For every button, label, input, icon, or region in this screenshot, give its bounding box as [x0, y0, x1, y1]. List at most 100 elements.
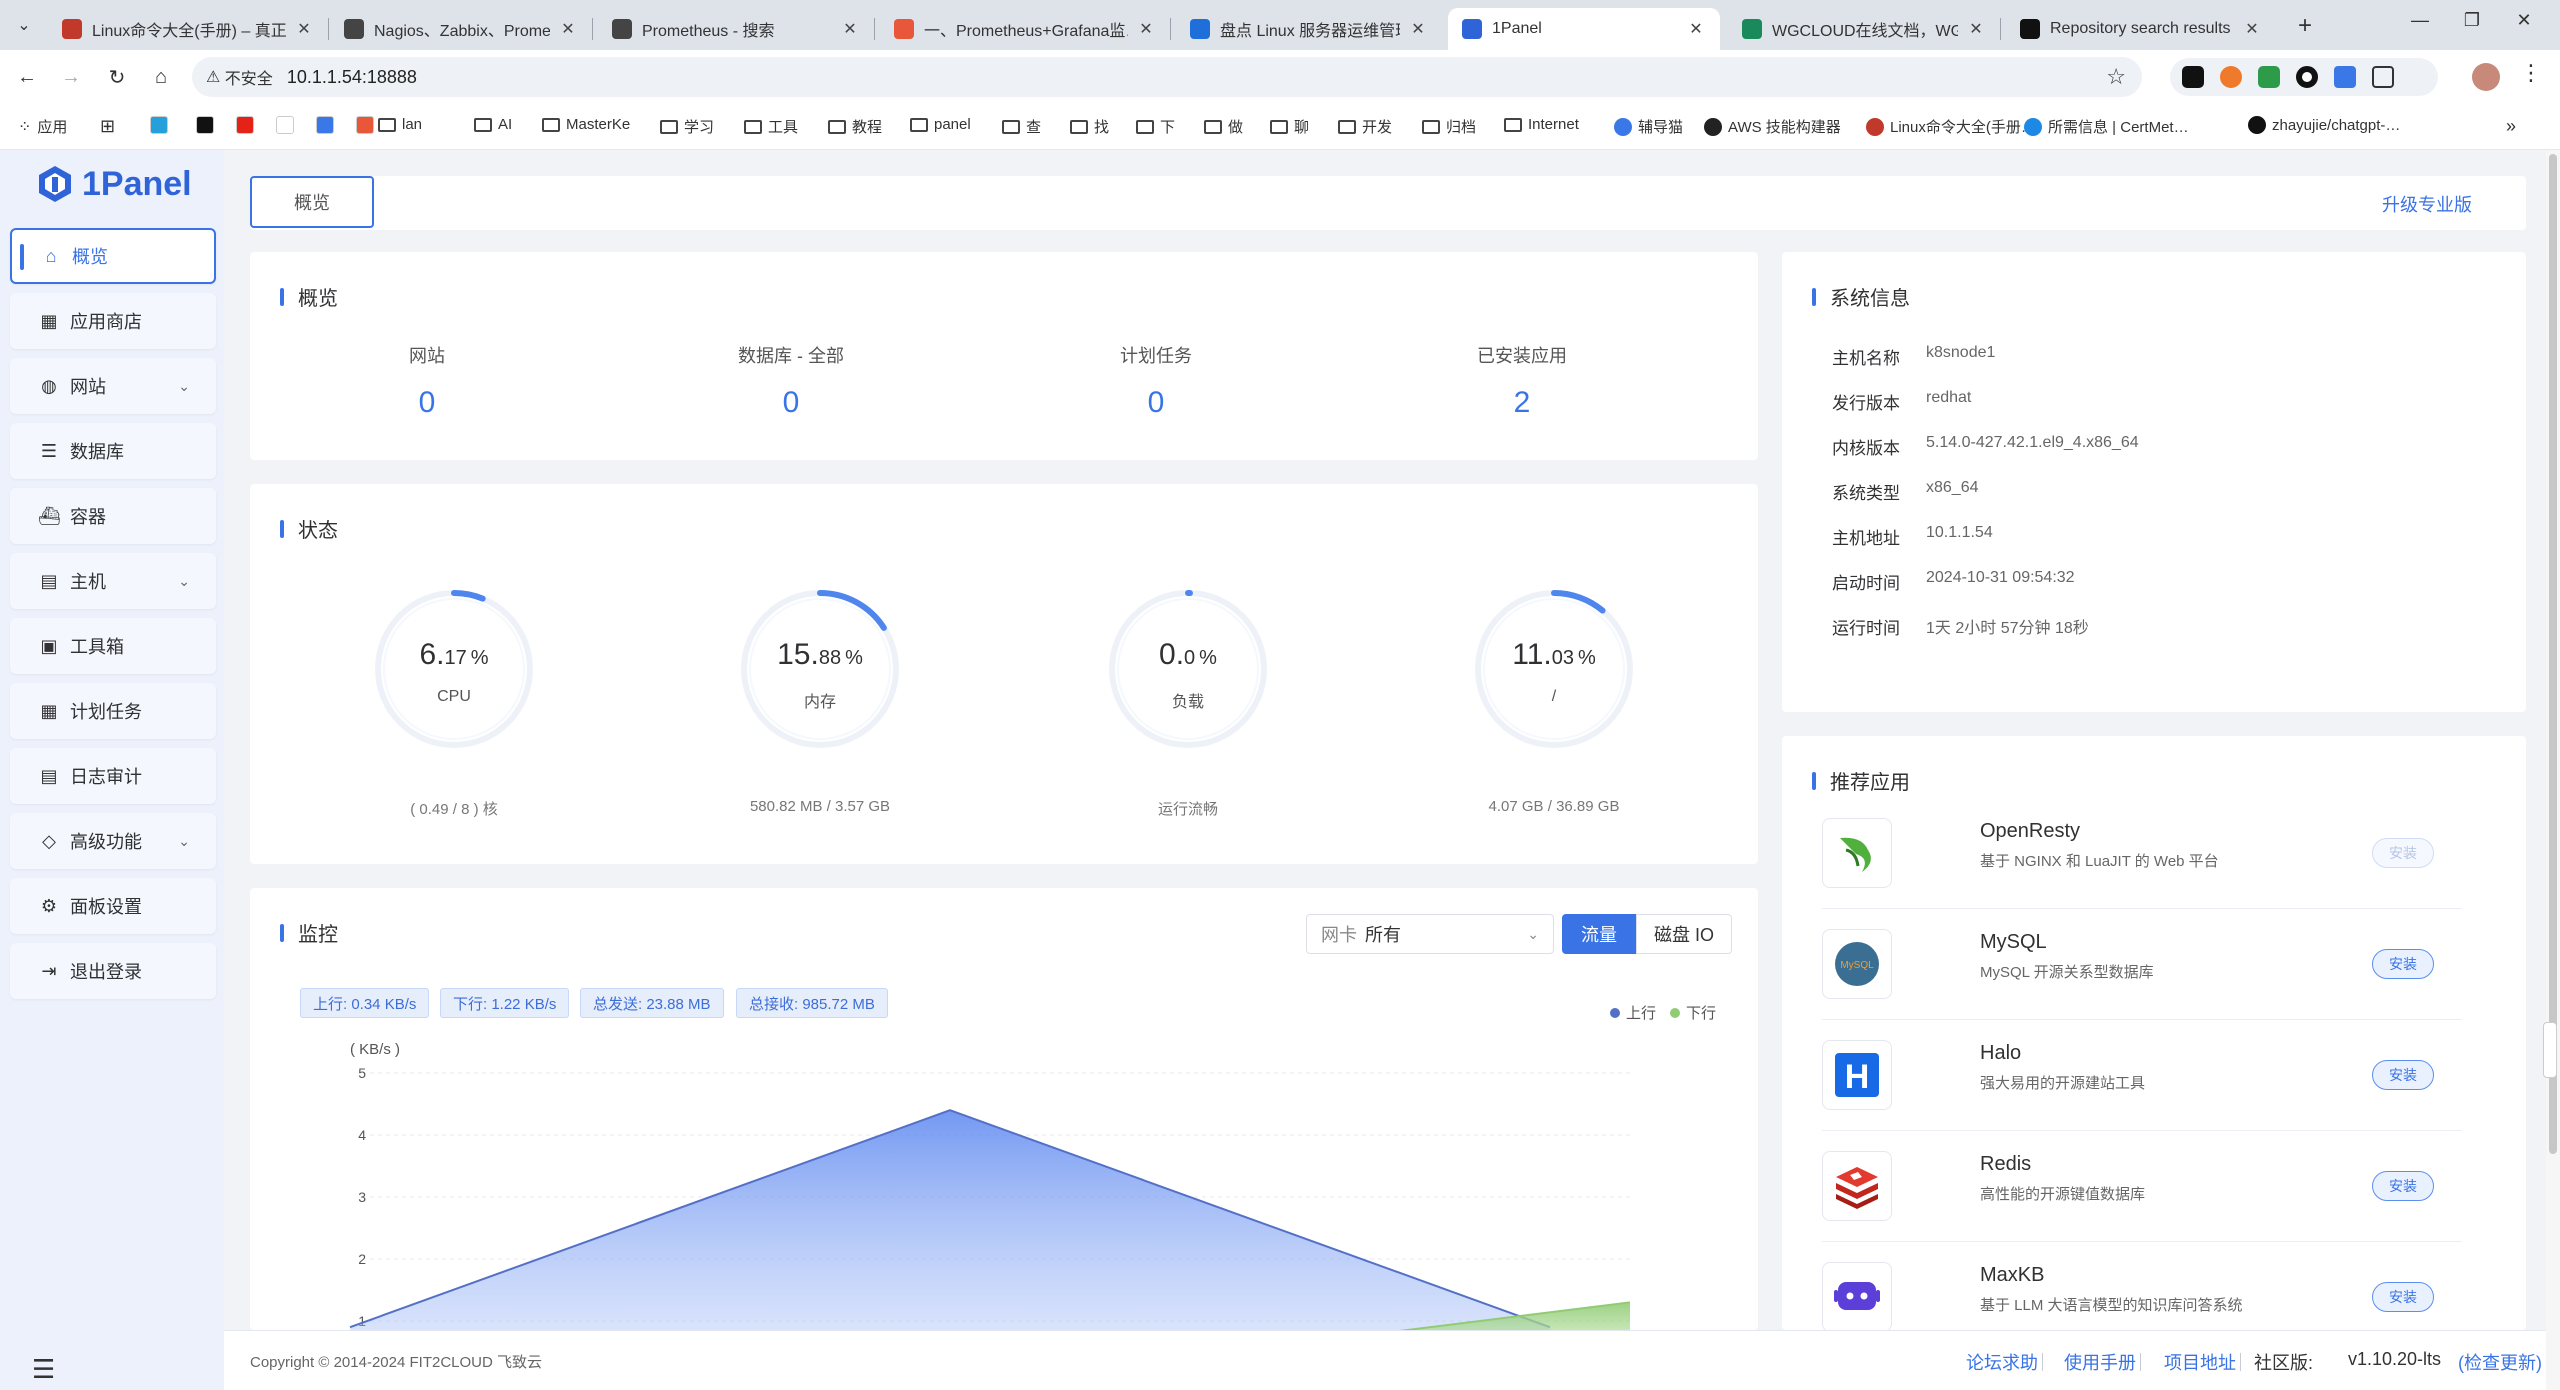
app-row-redis[interactable]: Redis 高性能的开源键值数据库 安装 [1822, 1131, 2462, 1242]
extension-shield-icon[interactable] [2258, 66, 2280, 88]
bookmark-item[interactable]: 做 [1204, 116, 1243, 137]
browser-tab[interactable]: 1Panel ✕ [1448, 8, 1720, 50]
bookmark-item[interactable]: 找 [1070, 116, 1109, 137]
extension-icon[interactable] [2182, 66, 2204, 88]
tab-close-icon[interactable]: ✕ [1408, 19, 1428, 39]
bookmark-item[interactable]: lan [378, 116, 422, 133]
install-button[interactable]: 安装 [2372, 1060, 2434, 1090]
bookmark-item[interactable]: 下 [1136, 116, 1175, 137]
bookmark-favicon-icon[interactable] [316, 116, 334, 134]
omnibox[interactable]: ⚠ 不安全 10.1.1.54:18888 ☆ [192, 57, 2142, 97]
app-name[interactable]: MySQL [1980, 931, 2047, 954]
sidebar-item-logout[interactable]: ⇥ 退出登录 [10, 943, 216, 999]
bookmark-item[interactable]: 工具 [744, 116, 798, 137]
bookmark-star-icon[interactable]: ☆ [2106, 64, 2126, 90]
install-button[interactable]: 安装 [2372, 1282, 2434, 1312]
tab-close-icon[interactable]: ✕ [558, 19, 578, 39]
not-secure-indicator[interactable]: ⚠ 不安全 [206, 65, 273, 89]
bookmark-item[interactable]: Linux命令大全(手册… [1866, 116, 2036, 137]
bookmark-item[interactable]: 教程 [828, 116, 882, 137]
check-update-link[interactable]: (检查更新) [2458, 1349, 2542, 1375]
tab-close-icon[interactable]: ✕ [1966, 19, 1986, 39]
sidebar-item-log-audit[interactable]: ▤ 日志审计 [10, 748, 216, 804]
manual-link[interactable]: 使用手册 [2064, 1349, 2136, 1375]
tab-close-icon[interactable]: ✕ [1686, 19, 1706, 39]
bookmark-favicon-icon[interactable] [356, 116, 374, 134]
app-row-mysql[interactable]: MySQL MySQL MySQL 开源关系型数据库 安装 [1822, 909, 2462, 1020]
bookmark-item[interactable]: 查 [1002, 116, 1041, 137]
app-row-openresty[interactable]: OpenResty 基于 NGINX 和 LuaJIT 的 Web 平台 安装 [1822, 798, 2462, 909]
browser-menu-icon[interactable]: ⋮ [2520, 60, 2542, 86]
scrollbar-thumb[interactable] [2549, 154, 2557, 1154]
bookmark-item[interactable]: 辅导猫 [1614, 116, 1683, 137]
browser-tab[interactable]: Prometheus - 搜索 ✕ [598, 8, 874, 50]
extension-icon[interactable] [2220, 66, 2242, 88]
bookmark-item[interactable]: zhayujie/chatgpt-… [2248, 116, 2400, 134]
overview-stat-value[interactable]: 0 [1016, 386, 1296, 420]
tab-close-icon[interactable]: ✕ [2242, 19, 2262, 39]
tab-close-icon[interactable]: ✕ [1136, 19, 1156, 39]
browser-tab[interactable]: Linux命令大全(手册) – 真正好用… ✕ [48, 8, 328, 50]
collapse-menu-icon[interactable]: ☰ [32, 1354, 55, 1385]
browser-tab[interactable]: 盘点 Linux 服务器运维管理面… ✕ [1176, 8, 1442, 50]
bookmark-item[interactable]: 学习 [660, 116, 714, 137]
bookmark-item[interactable]: Internet [1504, 116, 1579, 133]
bookmark-item[interactable]: MasterKe [542, 116, 630, 133]
install-button[interactable]: 安装 [2372, 838, 2434, 868]
tab-search-icon[interactable]: ⌄ [8, 10, 40, 40]
install-button[interactable]: 安装 [2372, 1171, 2434, 1201]
bookmark-favicon-icon[interactable] [236, 116, 254, 134]
maxkb-logo-icon[interactable] [1822, 1262, 1892, 1330]
page-scrollbar[interactable] [2546, 150, 2560, 1390]
sidebar-item-database[interactable]: ☰ 数据库 [10, 423, 216, 479]
app-name[interactable]: Redis [1980, 1153, 2031, 1176]
sidebar-item-settings[interactable]: ⚙ 面板设置 [10, 878, 216, 934]
sidebar-item-website[interactable]: ◍ 网站 ⌄ [10, 358, 216, 414]
sidebar-item-overview[interactable]: ⌂ 概览 [10, 228, 216, 284]
home-button-icon[interactable]: ⌂ [146, 62, 176, 92]
sidebar-item-container[interactable]: ⛴ 容器 [10, 488, 216, 544]
extension-icon[interactable] [2296, 66, 2318, 88]
overview-stat[interactable]: 计划任务 0 [1016, 342, 1296, 420]
sidebar-item-toolbox[interactable]: ▣ 工具箱 [10, 618, 216, 674]
bookmark-item[interactable]: AWS 技能构建器 [1704, 116, 1841, 137]
install-button[interactable]: 安装 [2372, 949, 2434, 979]
apps-grid-icon[interactable]: ⊞ [100, 116, 115, 137]
forum-link[interactable]: 论坛求助 [1966, 1349, 2038, 1375]
tab-overview[interactable]: 概览 [250, 176, 374, 228]
restore-icon[interactable]: ❐ [2452, 10, 2492, 31]
app-name[interactable]: OpenResty [1980, 820, 2080, 843]
browser-tab[interactable]: 一、Prometheus+Grafana监… ✕ [880, 8, 1170, 50]
bookmark-item[interactable]: ⁘ 应用 [18, 116, 67, 137]
sidebar-item-app-store[interactable]: ▦ 应用商店 [10, 293, 216, 349]
browser-tab[interactable]: WGCLOUD在线文档，WGCLOU… ✕ [1728, 8, 2000, 50]
minimize-icon[interactable]: — [2400, 10, 2440, 31]
mysql-logo-icon[interactable]: MySQL [1822, 929, 1892, 999]
back-icon[interactable]: ← [12, 62, 42, 92]
app-logo[interactable]: 1Panel [36, 164, 192, 204]
sidebar-item-host[interactable]: ▤ 主机 ⌄ [10, 553, 216, 609]
sidebar-item-cron[interactable]: ▦ 计划任务 [10, 683, 216, 739]
browser-tab[interactable]: Nagios、Zabbix、Prometheus… ✕ [330, 8, 592, 50]
sidebar-item-advanced[interactable]: ◇ 高级功能 ⌄ [10, 813, 216, 869]
bookmark-item[interactable]: panel [910, 116, 971, 133]
app-name[interactable]: MaxKB [1980, 1264, 2044, 1287]
side-panel-handle[interactable] [2543, 1022, 2557, 1078]
overview-stat-value[interactable]: 2 [1382, 386, 1662, 420]
bookmark-favicon-icon[interactable] [276, 116, 294, 134]
overview-stat-value[interactable]: 0 [287, 386, 567, 420]
puzzle-icon[interactable] [2372, 66, 2394, 88]
bookmark-item[interactable]: AI [474, 116, 512, 133]
bookmark-favicon-icon[interactable] [196, 116, 214, 134]
new-tab-icon[interactable]: + [2290, 12, 2320, 40]
tab-close-icon[interactable]: ✕ [294, 19, 314, 39]
extension-icon[interactable] [2334, 66, 2356, 88]
app-row-maxkb[interactable]: MaxKB 基于 LLM 大语言模型的知识库问答系统 安装 [1822, 1242, 2462, 1330]
upgrade-pro-link[interactable]: 升级专业版 [2382, 191, 2472, 217]
overview-stat-value[interactable]: 0 [651, 386, 931, 420]
more-bookmarks-icon[interactable]: » [2506, 116, 2516, 137]
bookmark-favicon-icon[interactable] [150, 116, 168, 134]
url-text[interactable]: 10.1.1.54:18888 [287, 67, 417, 88]
app-name[interactable]: Halo [1980, 1042, 2021, 1065]
openresty-logo-icon[interactable] [1822, 818, 1892, 888]
